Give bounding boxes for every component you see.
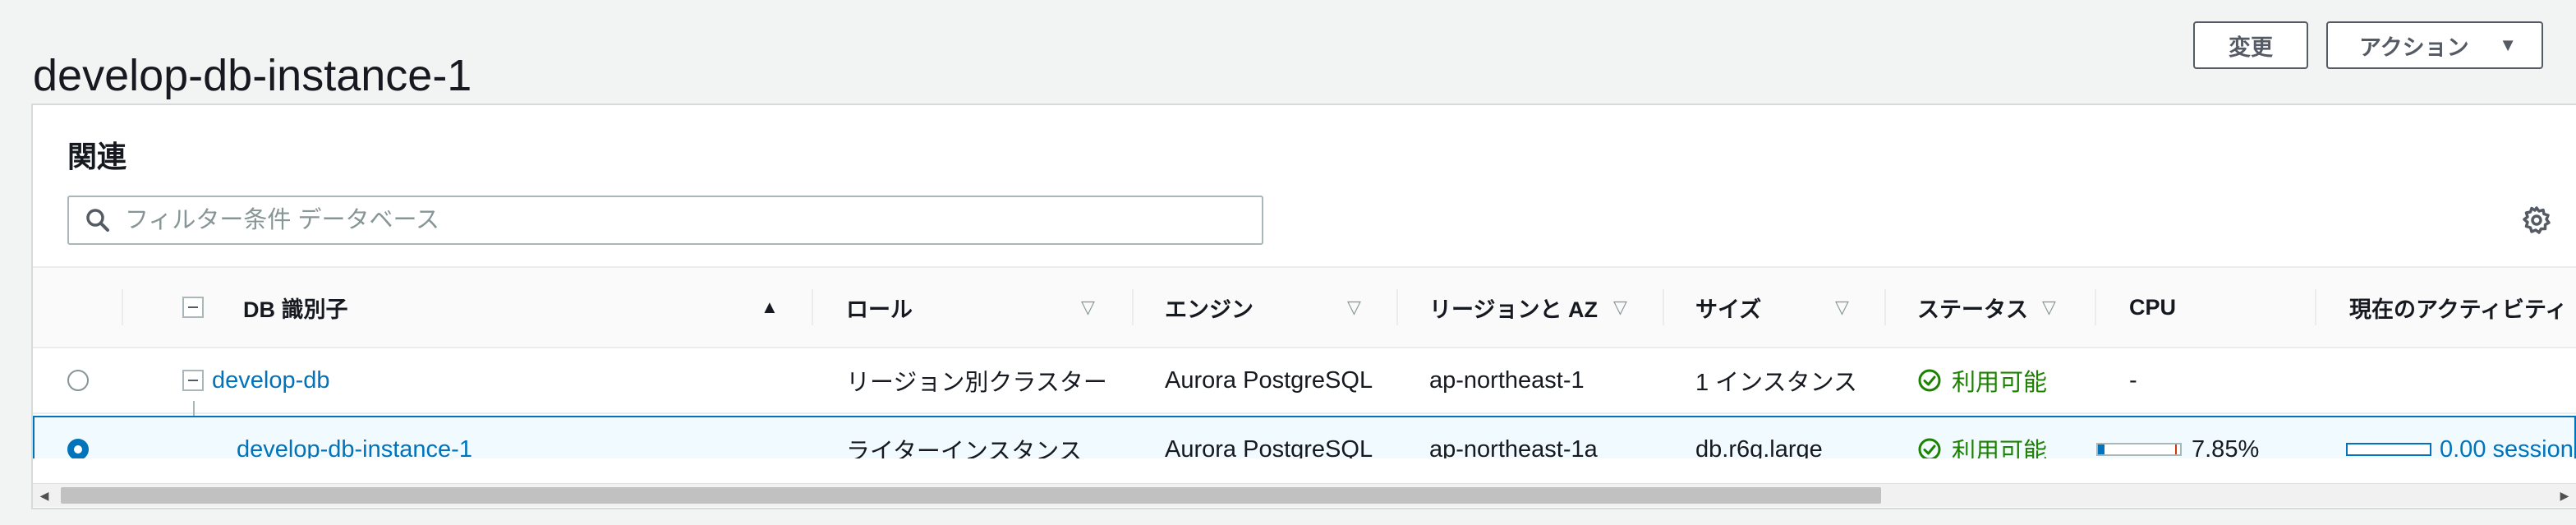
filter-box[interactable] bbox=[67, 196, 1263, 245]
cpu-meter-limit bbox=[2175, 444, 2177, 454]
actions-label: アクション bbox=[2359, 35, 2469, 60]
scroll-left-icon[interactable]: ◀ bbox=[33, 484, 56, 507]
caret-down-icon: ▼ bbox=[2499, 35, 2517, 55]
column-label: 現在のアクティビティ bbox=[2349, 297, 2568, 322]
collapse-all-icon[interactable] bbox=[182, 297, 204, 318]
header-actions: 変更 アクション ▼ bbox=[2193, 21, 2543, 69]
status-cell: 利用可能 bbox=[1886, 348, 2047, 412]
column-engine[interactable]: エンジン ▽ bbox=[1134, 268, 1398, 347]
status-text: 利用可能 bbox=[1952, 370, 2048, 396]
status-text: 利用可能 bbox=[1952, 439, 2048, 458]
gear-icon[interactable] bbox=[2522, 205, 2551, 235]
table-header: DB 識別子 ▲ ロール ▽ エンジン ▽ リージョンと AZ ▽ サイズ ▽ … bbox=[33, 266, 2576, 348]
sort-icon: ▽ bbox=[1835, 297, 1849, 317]
cpu-value: 7.85% bbox=[2192, 435, 2260, 459]
sort-icon: ▽ bbox=[1081, 297, 1095, 317]
collapse-icon[interactable] bbox=[182, 370, 204, 391]
activity-value[interactable]: 0.00 sessions bbox=[2440, 436, 2576, 459]
sessions-meter bbox=[2346, 443, 2431, 456]
status-cell: 利用可能 bbox=[1886, 417, 2047, 458]
databases-table: DB 識別子 ▲ ロール ▽ エンジン ▽ リージョンと AZ ▽ サイズ ▽ … bbox=[33, 266, 2576, 458]
page-title: develop-db-instance-1 bbox=[33, 51, 472, 101]
column-region[interactable]: リージョンと AZ ▽ bbox=[1398, 268, 1664, 347]
filter-input[interactable] bbox=[123, 205, 1194, 235]
column-label: ロール bbox=[846, 297, 913, 322]
sort-icon: ▽ bbox=[2042, 297, 2056, 317]
size-cell: db.r6g.large bbox=[1695, 435, 1823, 459]
column-status[interactable]: ステータス ▽ bbox=[1886, 268, 2096, 347]
related-panel: 関連 DB 識別子 ▲ ロール ▽ bbox=[31, 104, 2576, 509]
column-activity: 現在のアクティビティ bbox=[2316, 268, 2576, 347]
size-cell: 1 インスタンス bbox=[1695, 370, 1858, 396]
horizontal-scrollbar[interactable]: ◀ ▶ bbox=[33, 483, 2576, 507]
search-icon bbox=[86, 209, 109, 232]
scroll-right-icon[interactable]: ▶ bbox=[2553, 484, 2576, 507]
radio-button-selected[interactable] bbox=[67, 439, 89, 458]
table-row-instance[interactable]: develop-db-instance-1 ライターインスタンス Aurora … bbox=[33, 416, 2576, 458]
activity-cell[interactable]: 0.00 sessions bbox=[2346, 417, 2576, 458]
column-label: サイズ bbox=[1695, 297, 1762, 322]
role-cell: リージョン別クラスター bbox=[846, 370, 1107, 396]
row-select[interactable] bbox=[67, 417, 89, 458]
row-select[interactable] bbox=[67, 348, 89, 412]
check-circle-icon bbox=[1918, 438, 1941, 458]
sort-icon: ▽ bbox=[1613, 297, 1627, 317]
role-cell: ライターインスタンス bbox=[846, 439, 1083, 458]
check-circle-icon bbox=[1918, 369, 1941, 392]
column-label: DB 識別子 bbox=[243, 297, 348, 322]
cpu-meter bbox=[2096, 443, 2182, 456]
cpu-cell: 7.85% bbox=[2096, 417, 2259, 458]
actions-dropdown-button[interactable]: アクション ▼ bbox=[2326, 21, 2543, 69]
sort-icon: ▽ bbox=[1347, 297, 1361, 317]
column-label: CPU bbox=[2129, 294, 2177, 320]
column-size[interactable]: サイズ ▽ bbox=[1664, 268, 1886, 347]
engine-cell: Aurora PostgreSQL bbox=[1165, 366, 1373, 394]
column-label: エンジン bbox=[1165, 297, 1254, 322]
column-cpu: CPU bbox=[2096, 268, 2316, 347]
column-label: リージョンと AZ bbox=[1429, 297, 1598, 322]
cpu-cell: - bbox=[2129, 366, 2137, 394]
sort-ascending-icon: ▲ bbox=[761, 297, 779, 317]
column-db-id[interactable]: DB 識別子 ▲ bbox=[123, 268, 813, 347]
column-role[interactable]: ロール ▽ bbox=[813, 268, 1134, 347]
modify-button[interactable]: 変更 bbox=[2193, 21, 2308, 69]
region-cell: ap-northeast-1a bbox=[1429, 435, 1598, 459]
select-column-header bbox=[33, 268, 123, 347]
radio-button[interactable] bbox=[67, 370, 89, 391]
panel-title: 関連 bbox=[67, 140, 127, 173]
table-row-cluster[interactable]: develop-db リージョン別クラスター Aurora PostgreSQL… bbox=[33, 348, 2576, 414]
scrollbar-thumb[interactable] bbox=[61, 487, 1881, 504]
column-label: ステータス bbox=[1917, 297, 2028, 322]
cpu-meter-fill bbox=[2098, 444, 2104, 454]
db-identifier-link[interactable]: develop-db-instance-1 bbox=[237, 417, 472, 459]
region-cell: ap-northeast-1 bbox=[1429, 366, 1585, 394]
engine-cell: Aurora PostgreSQL bbox=[1165, 435, 1373, 459]
